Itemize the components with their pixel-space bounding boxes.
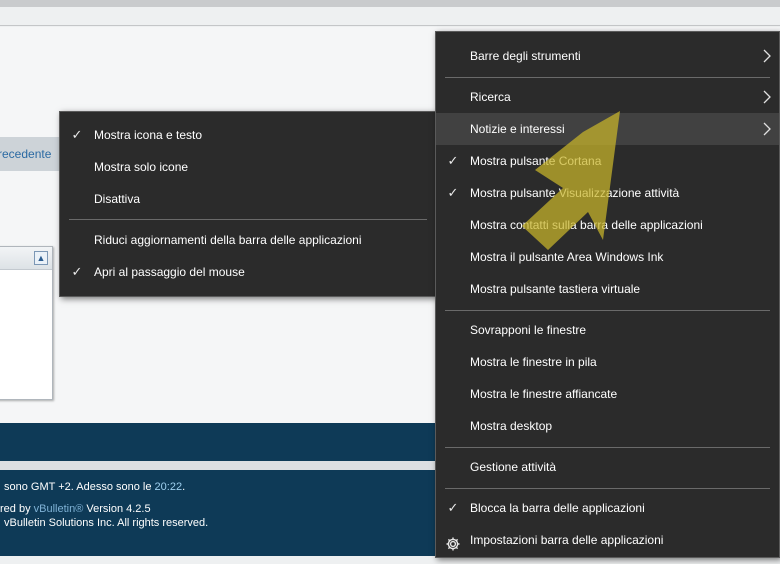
menu-item-show-icons-only[interactable]: Mostra solo icone [60, 151, 436, 183]
menu-item-disable[interactable]: Disattiva [60, 183, 436, 215]
menu-item-show-icon-and-text[interactable]: ✓ Mostra icona e testo [60, 119, 436, 151]
menu-item-show-task-view[interactable]: ✓ Mostra pulsante Visualizzazione attivi… [436, 177, 779, 209]
menu-item-show-cortana[interactable]: ✓ Mostra pulsante Cortana [436, 145, 779, 177]
chevron-right-icon [763, 81, 771, 113]
menu-item-show-desktop[interactable]: Mostra desktop [436, 410, 779, 442]
menu-item-show-people[interactable]: Mostra contatti sulla barra delle applic… [436, 209, 779, 241]
chevron-right-icon [763, 113, 771, 145]
vbulletin-link[interactable]: vBulletin® [34, 503, 84, 515]
menu-item-taskbar-settings[interactable]: Impostazioni barra delle applicazioni [436, 524, 779, 556]
menu-separator [69, 219, 427, 220]
powered-by-text: red by vBulletin® Version 4.2.5 [0, 503, 151, 515]
news-interests-submenu: ✓ Mostra icona e testo Mostra solo icone… [59, 111, 437, 297]
menu-separator [445, 77, 770, 78]
menu-item-side-by-side-windows[interactable]: Mostra le finestre affiancate [436, 378, 779, 410]
forum-block: ▲ [0, 246, 53, 400]
menu-item-cascade-windows[interactable]: Sovrapponi le finestre [436, 314, 779, 346]
divider [0, 25, 780, 26]
menu-item-news-and-interests[interactable]: Notizie e interessi [436, 113, 779, 145]
forum-block-header: ▲ [0, 247, 52, 270]
menu-item-show-touch-keyboard[interactable]: Mostra pulsante tastiera virtuale [436, 273, 779, 305]
menu-item-task-manager[interactable]: Gestione attività [436, 451, 779, 483]
check-icon: ✓ [447, 500, 459, 515]
menu-separator [445, 447, 770, 448]
menu-item-show-windows-ink[interactable]: Mostra il pulsante Area Windows Ink [436, 241, 779, 273]
menu-item-stacked-windows[interactable]: Mostra le finestre in pila [436, 346, 779, 378]
menu-item-toolbars[interactable]: Barre degli strumenti [436, 40, 779, 72]
menu-item-open-on-hover[interactable]: ✓ Apri al passaggio del mouse [60, 256, 436, 288]
collapse-icon[interactable]: ▲ [34, 251, 48, 265]
check-icon: ✓ [447, 185, 459, 200]
menu-separator [445, 488, 770, 489]
chevron-right-icon [763, 40, 771, 72]
copyright-text: vBulletin Solutions Inc. All rights rese… [4, 517, 209, 529]
check-icon: ✓ [71, 127, 83, 142]
previous-thread-label[interactable]: recedente [0, 137, 51, 171]
current-time: 20:22 [154, 481, 183, 493]
check-icon: ✓ [447, 153, 459, 168]
menu-item-lock-taskbar[interactable]: ✓ Blocca la barra delle applicazioni [436, 492, 779, 524]
gear-icon [445, 532, 461, 551]
menu-item-reduce-updates[interactable]: Riduci aggiornamenti della barra delle a… [60, 224, 436, 256]
browser-top-strip [0, 0, 780, 7]
menu-separator [445, 310, 770, 311]
timezone-text: sono GMT +2. Adesso sono le 20:22. [4, 481, 186, 493]
taskbar-context-menu: Barre degli strumenti Ricerca Notizie e … [435, 31, 780, 558]
check-icon: ✓ [71, 264, 83, 279]
menu-item-search[interactable]: Ricerca [436, 81, 779, 113]
